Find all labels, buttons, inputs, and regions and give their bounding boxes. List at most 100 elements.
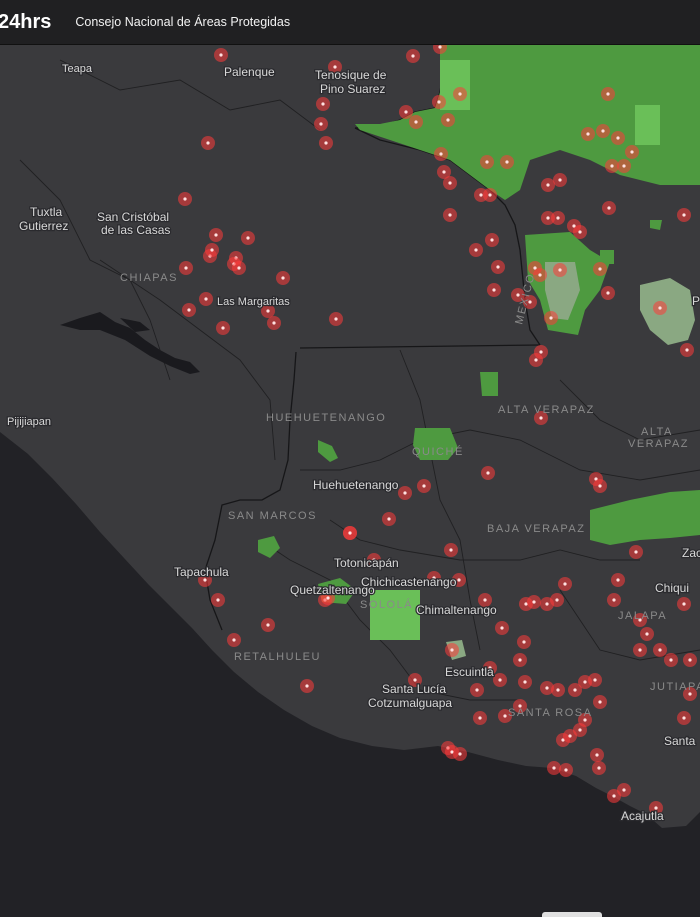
city-label-acajutla: Acajutla bbox=[621, 809, 664, 823]
hotspot-core bbox=[573, 688, 577, 692]
region-label-alta-verapaz: ALTA VERAPAZ bbox=[498, 404, 595, 416]
hotspot-core bbox=[204, 297, 208, 301]
hotspot-core bbox=[606, 92, 610, 96]
hotspot-core bbox=[578, 728, 582, 732]
hotspot-core bbox=[457, 578, 461, 582]
hotspot-core bbox=[216, 598, 220, 602]
region-label-jutiapa: JUTIAPA bbox=[650, 681, 700, 693]
hotspot-core bbox=[545, 686, 549, 690]
hotspot-core bbox=[498, 678, 502, 682]
hotspot-core bbox=[545, 602, 549, 606]
region-label-solola: SOLOLÁ bbox=[360, 598, 413, 611]
hotspot-core bbox=[622, 788, 626, 792]
hotspot-core bbox=[184, 266, 188, 270]
hotspot-core bbox=[610, 164, 614, 168]
hotspot-core bbox=[500, 626, 504, 630]
hotspot-core bbox=[219, 53, 223, 57]
hotspot-core bbox=[214, 233, 218, 237]
hotspot-core bbox=[266, 623, 270, 627]
hotspot-core bbox=[558, 268, 562, 272]
hotspot-core bbox=[321, 102, 325, 106]
hotspot-core bbox=[404, 110, 408, 114]
region-label-quiche: QUICHÉ bbox=[412, 445, 464, 458]
hotspot-core bbox=[334, 317, 338, 321]
city-label-escuintla: Escuintla bbox=[445, 665, 494, 679]
city-label-huehuetenango: Huehuetenango bbox=[313, 478, 399, 492]
region-label-verapaz: VERAPAZ bbox=[628, 438, 689, 450]
hotspot-core bbox=[586, 132, 590, 136]
hotspot-core bbox=[442, 170, 446, 174]
hotspot-core bbox=[688, 658, 692, 662]
map-canvas[interactable]: CHIAPAS MEXICO HUEHUETENANGO ALTA VERAPA… bbox=[0, 45, 700, 917]
region-label-santa-rosa: SANTA ROSA bbox=[508, 707, 592, 719]
hotspot-core bbox=[538, 273, 542, 277]
hotspot-core bbox=[478, 716, 482, 720]
city-label-chiqui: Chiqui bbox=[655, 581, 689, 595]
hotspot-core bbox=[474, 248, 478, 252]
hotspot-core bbox=[612, 794, 616, 798]
hotspot-core bbox=[281, 276, 285, 280]
header-bar: 24hrs Consejo Nacional de Áreas Protegid… bbox=[0, 0, 700, 45]
city-label-quetzaltenango: Quetzaltenango bbox=[290, 583, 375, 597]
hotspot-core bbox=[568, 734, 572, 738]
hotspot-core bbox=[612, 598, 616, 602]
hotspot-core bbox=[616, 136, 620, 140]
city-label-teapa: Teapa bbox=[62, 63, 93, 75]
hotspot-core bbox=[682, 716, 686, 720]
hotspot-core bbox=[532, 600, 536, 604]
hotspot-core bbox=[552, 766, 556, 770]
region-label-baja-verapaz: BAJA VERAPAZ bbox=[487, 523, 586, 535]
hotspot-core bbox=[414, 120, 418, 124]
city-label-pijijiapan: Pijijiapan bbox=[7, 416, 51, 428]
hotspot-core bbox=[658, 306, 662, 310]
hotspot-core bbox=[387, 517, 391, 521]
city-label-chimaltenango: Chimaltenango bbox=[416, 603, 497, 617]
city-label-chichicastenango: Chichicastenango bbox=[361, 575, 457, 589]
region-label-huehuetenango: HUEHUETENANGO bbox=[266, 412, 386, 424]
hotspot-core bbox=[403, 491, 407, 495]
hotspot-core bbox=[232, 638, 236, 642]
fire-map-app: 24hrs Consejo Nacional de Áreas Protegid… bbox=[0, 0, 700, 917]
hotspot-core bbox=[539, 416, 543, 420]
hotspot-core bbox=[539, 350, 543, 354]
bottom-panel-handle[interactable] bbox=[542, 912, 602, 917]
region-label-chiapas: CHIAPAS bbox=[120, 272, 178, 284]
hotspot-core bbox=[505, 160, 509, 164]
region-label-retalhuleu: RETALHULEU bbox=[234, 651, 321, 663]
hotspot-core bbox=[555, 598, 559, 602]
hotspot-core bbox=[458, 752, 462, 756]
hotspot-core bbox=[448, 213, 452, 217]
city-label-las-margaritas: Las Margaritas bbox=[217, 296, 290, 308]
city-label-san-cristobal-1: San Cristóbal bbox=[97, 210, 169, 224]
hotspot-core bbox=[479, 193, 483, 197]
city-label-san-cristobal-2: de las Casas bbox=[101, 223, 170, 237]
hotspot-core bbox=[503, 714, 507, 718]
hotspot-core bbox=[598, 700, 602, 704]
hotspot-core bbox=[411, 54, 415, 58]
hotspot-core bbox=[595, 753, 599, 757]
hotspot-core bbox=[486, 471, 490, 475]
city-label-p: P bbox=[692, 294, 700, 308]
hotspot-core bbox=[533, 266, 537, 270]
hotspot-core bbox=[437, 100, 441, 104]
hotspot-core bbox=[439, 152, 443, 156]
hotspot-core bbox=[546, 216, 550, 220]
hotspot-core bbox=[266, 309, 270, 313]
hotspot-core bbox=[606, 291, 610, 295]
hotspot-core bbox=[564, 768, 568, 772]
hotspot-core bbox=[534, 358, 538, 362]
hotspot-core bbox=[630, 150, 634, 154]
region-label-alta: ALTA bbox=[641, 426, 673, 438]
brand-title: 24hrs bbox=[0, 10, 52, 33]
hotspot-core bbox=[348, 531, 352, 535]
city-label-santa-lucia-1: Santa Lucía bbox=[382, 682, 446, 696]
hotspot-core bbox=[483, 598, 487, 602]
city-label-tuxtla-1: Tuxtla bbox=[30, 205, 63, 219]
hotspot-core bbox=[645, 632, 649, 636]
hotspot-core bbox=[518, 658, 522, 662]
hotspot-core bbox=[492, 288, 496, 292]
hotspot-core bbox=[522, 640, 526, 644]
hotspot-core bbox=[658, 648, 662, 652]
hotspot-core bbox=[450, 648, 454, 652]
hotspot-core bbox=[475, 688, 479, 692]
